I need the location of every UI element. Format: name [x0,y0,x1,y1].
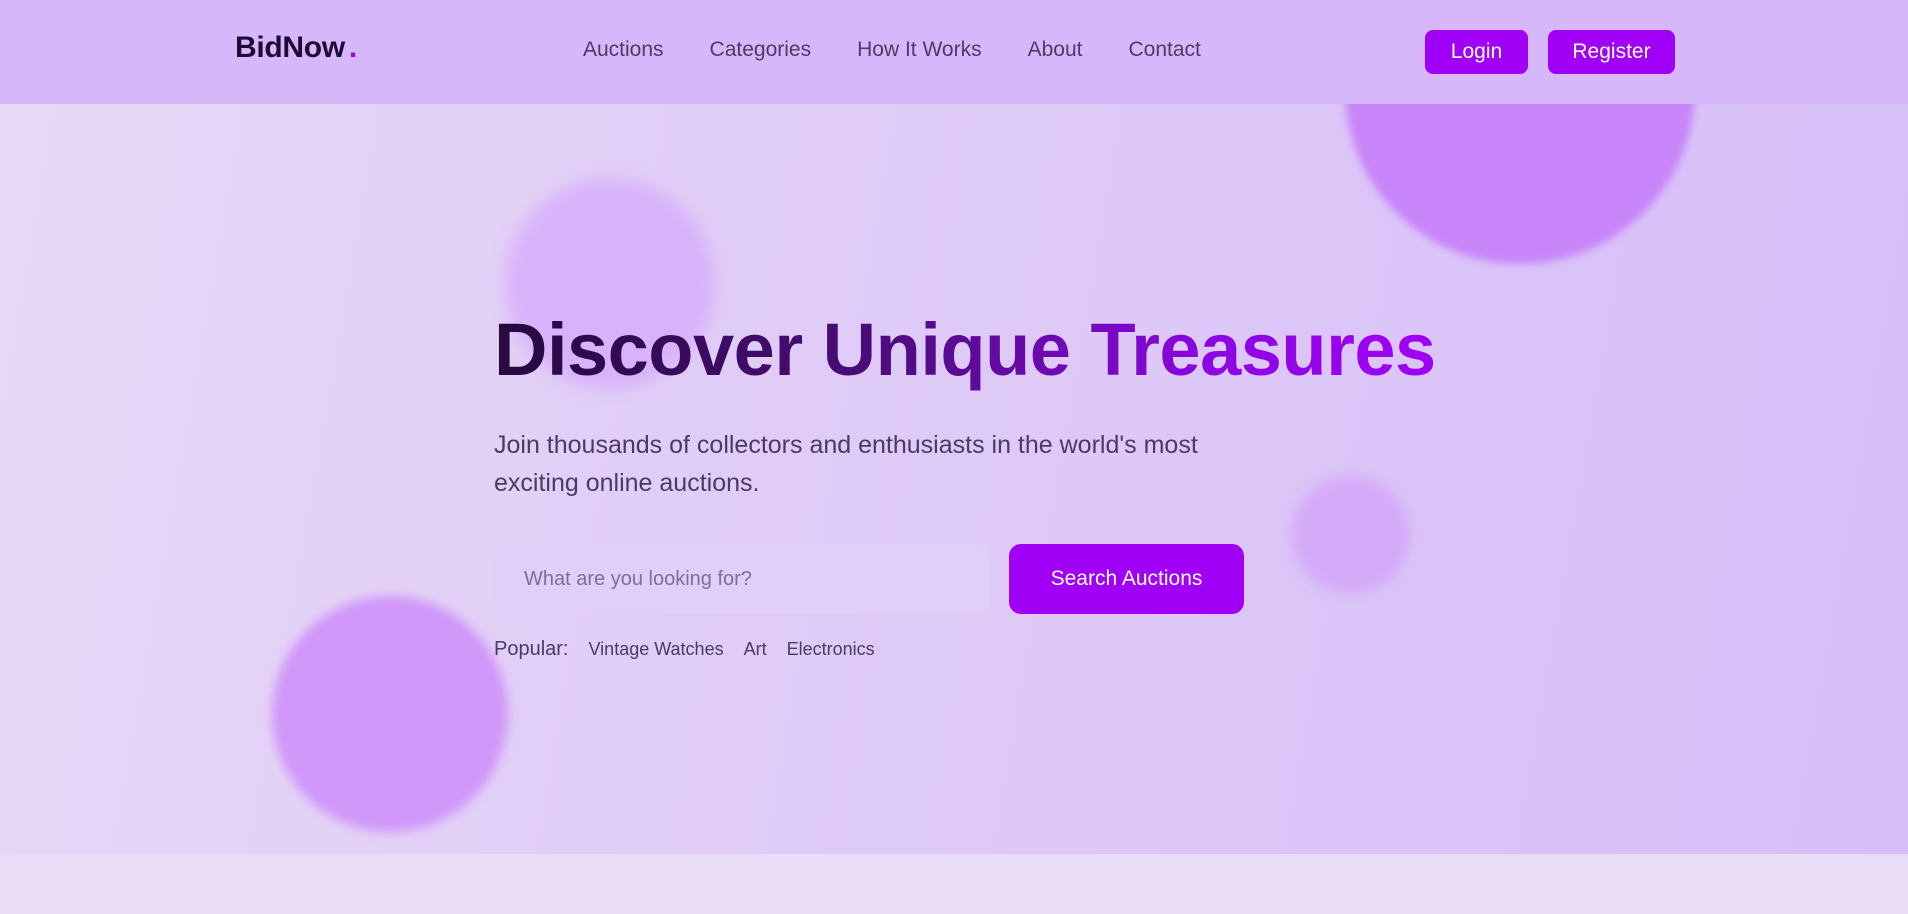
popular-label: Popular: [494,638,569,660]
popular-tag-art[interactable]: Art [744,639,767,660]
login-button[interactable]: Login [1425,30,1528,74]
hero-title: Discover Unique Treasures [494,308,1436,391]
register-button[interactable]: Register [1548,30,1675,74]
nav-item-auctions[interactable]: Auctions [583,38,664,62]
logo[interactable]: BidNow. [235,31,357,65]
nav-item-contact[interactable]: Contact [1128,38,1200,62]
popular-tag-electronics[interactable]: Electronics [787,639,875,660]
main-nav: Auctions Categories How It Works About C… [583,38,1247,62]
hero-section: Discover Unique Treasures Join thousands… [0,104,1908,854]
logo-dot: . [348,31,357,64]
hero-subtitle: Join thousands of collectors and enthusi… [494,431,1198,497]
popular-searches: Popular: Vintage Watches Art Electronics [494,638,895,661]
nav-item-how-it-works[interactable]: How It Works [857,38,981,62]
search-auctions-button[interactable]: Search Auctions [1009,544,1244,614]
site-header: BidNow. Auctions Categories How It Works… [0,0,1908,104]
decorative-blob [1292,476,1410,594]
decorative-blob [272,596,508,832]
page: BidNow. Auctions Categories How It Works… [0,0,1908,914]
decorative-blob [1345,104,1695,264]
nav-item-about[interactable]: About [1028,38,1083,62]
popular-tag-vintage-watches[interactable]: Vintage Watches [589,639,724,660]
logo-text: BidNow [235,31,345,64]
search-input[interactable] [494,544,990,614]
nav-item-categories[interactable]: Categories [710,38,812,62]
